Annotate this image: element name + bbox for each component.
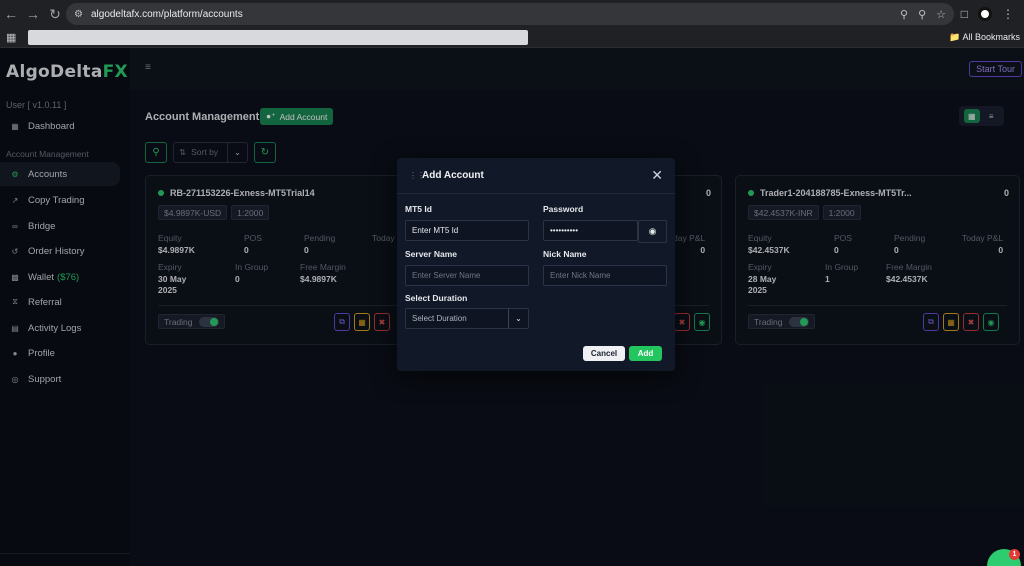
- back-icon[interactable]: ←: [0, 3, 22, 25]
- zoom-icon[interactable]: ⚲: [918, 8, 926, 21]
- menu-kebab-icon[interactable]: ⋮: [1002, 7, 1014, 21]
- bookmarks-strip[interactable]: [28, 30, 528, 45]
- address-bar[interactable]: ⚙ algodeltafx.com/platform/accounts ⚲ ⚲ …: [66, 3, 954, 25]
- password-field[interactable]: ••••••••••: [543, 220, 638, 241]
- site-info-icon[interactable]: ⚙: [74, 9, 83, 20]
- password-label: Password: [543, 204, 584, 214]
- bookmarks-bar: ▦ 📁 All Bookmarks: [0, 28, 1024, 48]
- duration-label: Select Duration: [405, 293, 468, 303]
- mt5-id-field[interactable]: Enter MT5 Id: [405, 220, 529, 241]
- server-name-field[interactable]: Enter Server Name: [405, 265, 529, 286]
- add-button[interactable]: Add: [629, 346, 662, 361]
- show-password-icon[interactable]: ◉: [638, 220, 667, 243]
- duration-select[interactable]: Select Duration ⌄: [405, 308, 529, 329]
- apps-grid-icon[interactable]: ▦: [6, 31, 16, 44]
- nick-label: Nick Name: [543, 249, 587, 259]
- chevron-down-icon: ⌄: [508, 309, 528, 328]
- all-bookmarks-button[interactable]: 📁 All Bookmarks: [949, 32, 1020, 43]
- bookmark-star-icon[interactable]: ☆: [936, 8, 946, 21]
- close-icon[interactable]: ✕: [651, 167, 663, 184]
- chat-badge: 1: [1009, 549, 1020, 560]
- server-label: Server Name: [405, 249, 457, 259]
- browser-toolbar: ← → ↻ ⚙ algodeltafx.com/platform/account…: [0, 0, 1024, 28]
- extensions-icon[interactable]: □: [961, 7, 968, 21]
- key-icon[interactable]: ⚲: [900, 8, 908, 21]
- reload-icon[interactable]: ↻: [44, 3, 66, 25]
- cancel-button[interactable]: Cancel: [583, 346, 625, 361]
- profile-avatar[interactable]: [978, 7, 992, 21]
- modal-header: ⋮⋮ Add Account ✕: [397, 158, 675, 194]
- url-text[interactable]: algodeltafx.com/platform/accounts: [91, 9, 243, 20]
- mt5-label: MT5 Id: [405, 204, 432, 214]
- nick-name-field[interactable]: Enter Nick Name: [543, 265, 667, 286]
- forward-icon[interactable]: →: [22, 3, 44, 25]
- modal-title: Add Account: [422, 170, 484, 181]
- add-account-modal: ⋮⋮ Add Account ✕ MT5 Id Enter MT5 Id Pas…: [397, 158, 675, 371]
